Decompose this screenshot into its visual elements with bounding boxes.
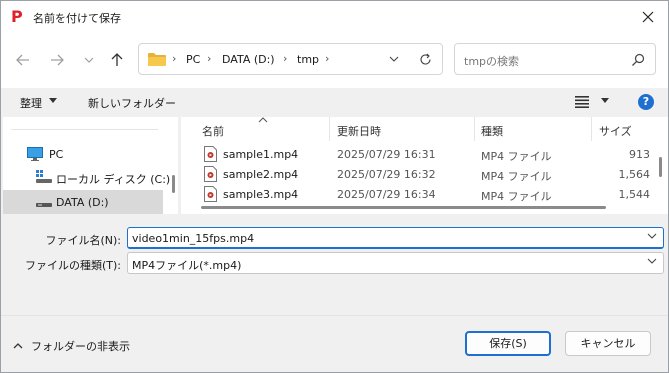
view-options-icon[interactable] <box>575 96 589 108</box>
breadcrumb-separator: › <box>325 52 330 65</box>
chevron-up-icon <box>13 343 23 349</box>
file-size: 1,564 <box>618 168 651 181</box>
table-row[interactable]: sample3.mp4 2025/07/29 16:34 MP4 ファイル 1,… <box>181 184 656 204</box>
file-list: 名前 更新日時 種類 サイズ sample1.mp4 2025/07/29 16… <box>181 117 668 214</box>
chevron-down-icon <box>84 57 94 63</box>
save-button[interactable]: 保存(S) <box>465 331 551 356</box>
nav-scrollbar[interactable] <box>172 175 175 193</box>
column-divider[interactable] <box>474 117 475 141</box>
refresh-button[interactable] <box>417 51 433 67</box>
filetype-label: ファイルの種類(T): <box>24 259 121 272</box>
organize-button[interactable]: 整理 <box>20 95 42 111</box>
save-as-dialog: P 名前を付けて保存 › PC › DATA (D:) › tmp › tmpの… <box>0 0 669 373</box>
nav-item-local-disk-c[interactable]: ローカル ディスク (C:) <box>3 165 170 189</box>
cancel-button[interactable]: キャンセル <box>565 331 651 356</box>
nav-item-label: ローカル ディスク (C:) <box>56 173 171 186</box>
file-type: MP4 ファイル <box>481 190 552 203</box>
video-file-icon <box>204 166 217 182</box>
app-logo-icon: P <box>11 7 23 26</box>
arrow-right-icon <box>51 54 64 66</box>
file-size: 1,544 <box>618 188 651 201</box>
address-history-button[interactable] <box>386 51 402 67</box>
file-modified: 2025/07/29 16:34 <box>337 188 436 201</box>
nav-item-label: PC <box>49 148 64 161</box>
nav-item-pc[interactable]: PC <box>3 142 163 166</box>
search-input[interactable]: tmpの検索 <box>454 43 656 75</box>
windows-drive-icon <box>36 170 52 183</box>
chevron-down-icon <box>389 56 399 62</box>
hide-folders-label: フォルダーの非表示 <box>31 340 130 353</box>
computer-icon <box>27 147 43 161</box>
close-button[interactable] <box>636 5 660 29</box>
file-modified: 2025/07/29 16:32 <box>337 168 436 181</box>
divider <box>11 129 158 130</box>
navigation-pane: PC ローカル ディスク (C:) DATA (D:) <box>3 117 178 214</box>
filename-value: video1min_15fps.mp4 <box>132 232 255 245</box>
back-button[interactable] <box>13 50 33 70</box>
column-header-type[interactable]: 種類 <box>481 123 503 139</box>
file-name: sample2.mp4 <box>223 168 299 181</box>
breadcrumb-separator: › <box>207 52 212 65</box>
close-icon <box>642 11 654 23</box>
chevron-down-icon <box>647 258 657 264</box>
dialog-footer: フォルダーの非表示 保存(S) キャンセル <box>1 315 668 372</box>
help-button[interactable]: ? <box>638 94 654 110</box>
table-row[interactable]: sample2.mp4 2025/07/29 16:32 MP4 ファイル 1,… <box>181 164 656 184</box>
recent-locations-button[interactable] <box>79 50 99 70</box>
breadcrumb-data-drive[interactable]: DATA (D:) <box>222 53 275 66</box>
caret-down-icon <box>49 98 57 103</box>
table-row[interactable]: sample1.mp4 2025/07/29 16:31 MP4 ファイル 91… <box>181 144 656 164</box>
file-type: MP4 ファイル <box>481 150 552 163</box>
breadcrumb-separator: › <box>283 52 288 65</box>
hide-folders-toggle[interactable]: フォルダーの非表示 <box>13 338 130 354</box>
address-row: › PC › DATA (D:) › tmp › tmpの検索 <box>1 32 668 88</box>
up-button[interactable] <box>107 50 127 70</box>
address-bar[interactable]: › PC › DATA (D:) › tmp › <box>138 43 443 75</box>
sort-ascending-icon <box>258 117 268 123</box>
column-header-name[interactable]: 名前 <box>202 123 224 139</box>
breadcrumb-tmp[interactable]: tmp <box>297 53 319 66</box>
filename-label: ファイル名(N): <box>45 234 121 247</box>
video-file-icon <box>204 186 217 202</box>
file-modified: 2025/07/29 16:31 <box>337 148 436 161</box>
search-placeholder: tmpの検索 <box>464 55 520 68</box>
nav-item-label: DATA (D:) <box>56 196 109 209</box>
drive-icon <box>36 203 52 207</box>
command-bar: 整理 新しいフォルダー ? <box>1 88 668 117</box>
nav-item-data-drive[interactable]: DATA (D:) <box>3 190 163 214</box>
chevron-down-icon[interactable] <box>647 233 657 239</box>
filetype-value: MP4ファイル(*.mp4) <box>132 259 242 272</box>
forward-button[interactable] <box>47 50 67 70</box>
new-folder-button[interactable]: 新しいフォルダー <box>88 95 176 111</box>
horizontal-scrollbar[interactable] <box>201 206 606 209</box>
refresh-icon <box>419 53 431 65</box>
column-header-modified[interactable]: 更新日時 <box>337 123 381 139</box>
file-name: sample3.mp4 <box>223 188 299 201</box>
breadcrumb-separator: › <box>172 52 177 65</box>
file-type: MP4 ファイル <box>481 170 552 183</box>
title-bar: P 名前を付けて保存 <box>1 1 668 32</box>
caret-down-icon[interactable] <box>601 98 609 103</box>
vertical-scrollbar[interactable] <box>659 157 662 177</box>
file-size: 913 <box>629 148 650 161</box>
column-divider[interactable] <box>329 117 330 141</box>
column-divider[interactable] <box>591 117 592 141</box>
video-file-icon <box>204 146 217 162</box>
arrow-up-icon <box>111 53 123 66</box>
file-name: sample1.mp4 <box>223 148 299 161</box>
filename-field[interactable]: video1min_15fps.mp4 <box>127 227 664 249</box>
breadcrumb-pc[interactable]: PC <box>186 53 200 66</box>
dialog-title: 名前を付けて保存 <box>33 12 121 25</box>
column-header-size[interactable]: サイズ <box>599 123 632 139</box>
arrow-left-icon <box>16 54 29 66</box>
search-icon <box>632 53 645 66</box>
filetype-select[interactable]: MP4ファイル(*.mp4) <box>127 252 664 274</box>
folder-icon <box>148 53 166 66</box>
